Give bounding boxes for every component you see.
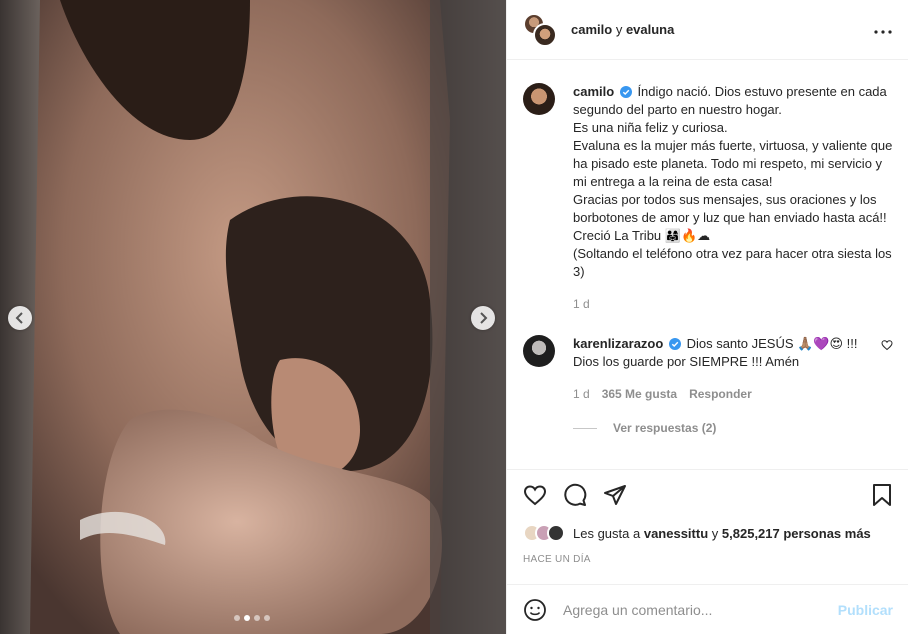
author-link-evaluna[interactable]: evaluna: [626, 22, 674, 37]
likes-count[interactable]: 5,825,217 personas más: [722, 526, 871, 541]
post-date[interactable]: HACE UN DÍA: [523, 554, 893, 565]
bookmark-icon: [873, 484, 891, 506]
carousel-dot: [234, 615, 240, 621]
more-options-button[interactable]: [874, 22, 892, 37]
carousel-dot: [254, 615, 260, 621]
like-button[interactable]: [523, 483, 547, 507]
post-header: camilo y evaluna: [507, 0, 908, 60]
emoji-icon: [524, 598, 546, 621]
emoji-button[interactable]: [523, 598, 547, 622]
post-photo: [0, 0, 506, 634]
caption-time[interactable]: 1 d: [573, 295, 590, 313]
replies-divider: [573, 427, 597, 429]
comments-list[interactable]: camilo Índigo nació. Dios estuvo present…: [507, 61, 908, 468]
chevron-left-icon: [15, 312, 23, 324]
likes-summary[interactable]: Les gusta a vanessittu y 5,825,217 perso…: [523, 520, 893, 546]
instagram-post: camilo y evaluna camilo Índigo nació. Di…: [0, 0, 908, 634]
comment-item: karenlizarazoo Dios santo JESÚS 🙏🏽💜😍 !!!…: [523, 313, 893, 403]
post-side-panel: camilo y evaluna camilo Índigo nació. Di…: [506, 0, 908, 634]
heart-icon: [523, 485, 547, 506]
more-horizontal-icon: [874, 30, 892, 34]
comment-likes[interactable]: 365 Me gusta: [602, 385, 677, 403]
likes-prefix: Les gusta a: [573, 525, 641, 541]
view-replies-button[interactable]: Ver respuestas (2): [573, 421, 893, 435]
chevron-right-icon: [480, 312, 488, 324]
carousel-indicator: [234, 615, 270, 621]
comment-time[interactable]: 1 d: [573, 385, 590, 403]
comment-button[interactable]: [563, 483, 587, 507]
avatar[interactable]: [523, 335, 555, 367]
comment-username[interactable]: karenlizarazoo: [573, 336, 663, 351]
post-authors: camilo y evaluna: [571, 22, 674, 37]
avatar-evaluna: [533, 22, 557, 47]
comment-icon: [564, 483, 587, 506]
carousel-dot-active: [244, 615, 250, 621]
likes-connector: y: [711, 525, 719, 541]
save-button[interactable]: [871, 483, 893, 507]
comment-input[interactable]: [563, 601, 838, 618]
post-actions: Les gusta a vanessittu y 5,825,217 perso…: [507, 469, 908, 565]
reply-button[interactable]: Responder: [689, 385, 752, 403]
post-media[interactable]: [0, 0, 506, 634]
view-replies-label: Ver respuestas (2): [613, 421, 717, 435]
collab-avatars[interactable]: [523, 12, 557, 47]
carousel-dot: [264, 615, 270, 621]
add-comment-bar: Publicar: [507, 584, 908, 634]
heart-outline-icon: [881, 340, 893, 351]
publish-button[interactable]: Publicar: [838, 602, 893, 618]
share-button[interactable]: [603, 483, 627, 507]
previous-image-button[interactable]: [8, 306, 32, 330]
verified-badge-icon: [668, 338, 681, 350]
caption-text: Índigo nació. Dios estuvo presente en ca…: [573, 84, 893, 279]
author-link-camilo[interactable]: camilo: [571, 22, 612, 37]
caption: camilo Índigo nació. Dios estuvo present…: [523, 61, 893, 313]
caption-username[interactable]: camilo: [573, 84, 614, 99]
send-icon: [604, 485, 626, 505]
liker-username[interactable]: vanessittu: [644, 526, 708, 541]
avatar[interactable]: [523, 83, 555, 115]
liker-avatars: [523, 524, 565, 542]
author-separator: y: [615, 22, 623, 37]
verified-badge-icon: [619, 86, 632, 98]
next-image-button[interactable]: [471, 306, 495, 330]
like-comment-button[interactable]: [881, 339, 893, 403]
